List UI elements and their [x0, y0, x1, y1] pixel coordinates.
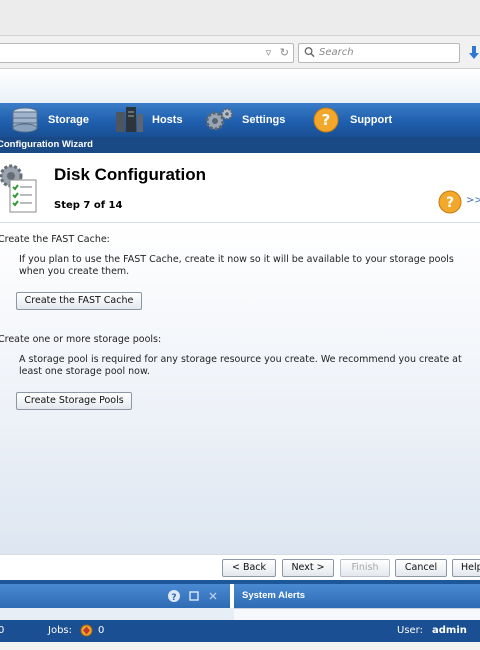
hosts-icon: [116, 107, 143, 132]
panel-close-icon[interactable]: [206, 589, 220, 603]
back-button[interactable]: < Back: [222, 559, 276, 577]
browser-search-box[interactable]: Search: [298, 43, 460, 63]
status-bar: 0 Jobs: 0 User: admin: [0, 620, 480, 642]
checklist-gear-icon: [0, 164, 37, 213]
storage-pools-description: A storage pool is required for any stora…: [19, 354, 462, 377]
dropdown-icon[interactable]: ▿: [266, 46, 272, 59]
svg-text:?: ?: [446, 195, 454, 211]
nav-hosts[interactable]: Hosts: [114, 106, 183, 134]
search-icon: [304, 47, 315, 58]
wizard-content: Create the FAST Cache: If you plan to us…: [0, 223, 480, 554]
user-label: User:: [397, 625, 423, 636]
status-left-count: 0: [0, 625, 5, 636]
system-alerts-panel-header: System Alerts: [234, 584, 480, 608]
wizard-title: Configuration Wizard: [0, 139, 93, 150]
nav-support[interactable]: ? Support: [312, 106, 392, 134]
left-panel-header: ?: [0, 584, 230, 608]
system-alerts-panel-body: [234, 608, 480, 620]
create-storage-pools-button[interactable]: Create Storage Pools: [16, 392, 132, 410]
nav-settings[interactable]: Settings: [204, 106, 285, 134]
jobs-label: Jobs:: [48, 625, 72, 636]
url-bar[interactable]: ▿ ↻: [0, 43, 294, 63]
system-alerts-title: System Alerts: [242, 590, 306, 601]
storage-pools-heading: Create one or more storage pools:: [0, 334, 162, 345]
browser-tabstrip: [0, 0, 480, 36]
search-placeholder: Search: [319, 47, 354, 58]
jobs-count: 0: [98, 625, 105, 636]
page-title: Disk Configuration: [54, 165, 207, 184]
reload-icon[interactable]: ↻: [280, 46, 289, 59]
cancel-button[interactable]: Cancel: [395, 559, 447, 577]
expand-more-link[interactable]: >>: [466, 195, 480, 206]
create-fast-cache-button[interactable]: Create the FAST Cache: [16, 292, 142, 310]
next-button[interactable]: Next >: [282, 559, 334, 577]
wizard-footer: < Back Next > Finish Cancel Help: [0, 554, 480, 580]
fast-cache-heading: Create the FAST Cache:: [0, 234, 110, 245]
finish-button[interactable]: Finish: [340, 559, 390, 577]
wizard-title-bar: Configuration Wizard: [0, 137, 480, 153]
help-icon: ?: [313, 107, 339, 133]
panel-help-icon[interactable]: ?: [167, 589, 181, 603]
user-name: admin: [432, 625, 467, 636]
svg-text:?: ?: [322, 111, 331, 129]
wizard-header: Disk Configuration Step 7 of 14 ? >>: [0, 153, 480, 223]
svg-text:?: ?: [171, 593, 176, 603]
panel-maximize-icon[interactable]: [187, 589, 201, 603]
wizard-help-icon[interactable]: ?: [438, 190, 462, 214]
main-navigation: Storage Hosts Settings ? Support: [0, 103, 480, 137]
app-header: [0, 69, 480, 103]
nav-storage[interactable]: Storage: [10, 106, 89, 134]
window-bottom-edge: [0, 642, 480, 650]
storage-icon: [12, 107, 38, 133]
browser-toolbar: ▿ ↻ Search: [0, 36, 480, 69]
help-button[interactable]: Help: [452, 559, 480, 577]
download-icon[interactable]: [467, 45, 480, 61]
gear-icon: [205, 108, 233, 131]
fast-cache-description: If you plan to use the FAST Cache, creat…: [19, 254, 454, 277]
jobs-icon[interactable]: [80, 624, 93, 637]
step-indicator: Step 7 of 14: [54, 200, 123, 211]
